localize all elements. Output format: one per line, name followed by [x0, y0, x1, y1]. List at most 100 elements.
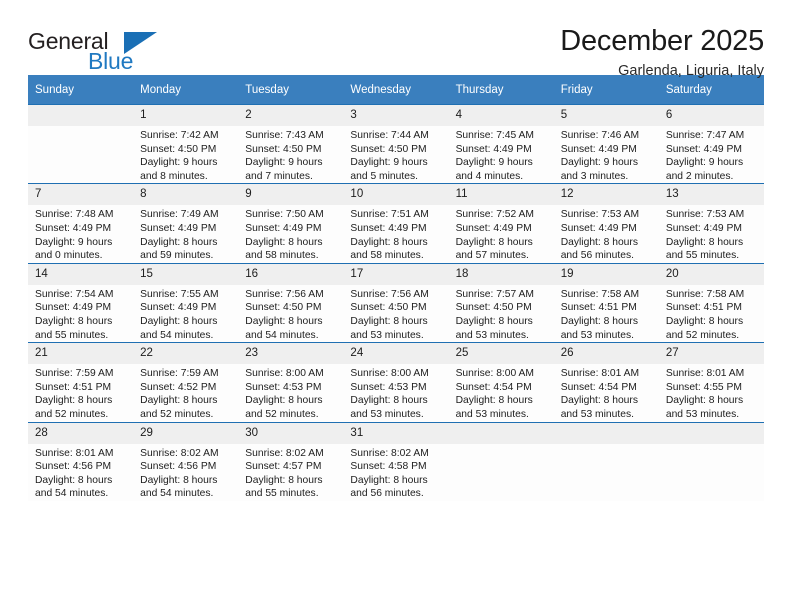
daylight-text-cont: and 52 minutes. [35, 408, 109, 420]
sunrise-text: Sunrise: 7:57 AM [455, 288, 534, 300]
sunset-text: Sunset: 4:57 PM [245, 461, 322, 473]
calendar-day-cell[interactable]: 21 Sunrise: 7:59 AM Sunset: 4:51 PM Dayligh… [28, 342, 134, 422]
daylight-text: Daylight: 8 hours [245, 474, 323, 486]
day-details: Sunrise: 7:42 AM Sunset: 4:50 PM Daylight:… [133, 126, 238, 183]
daylight-text-cont: and 57 minutes. [455, 250, 529, 262]
calendar-day-cell[interactable]: 24 Sunrise: 8:00 AM Sunset: 4:53 PM Dayligh… [343, 342, 449, 422]
day-number: 18 [448, 263, 554, 285]
calendar-day-cell[interactable]: 8 Sunrise: 7:49 AM Sunset: 4:49 PM Daylight… [133, 183, 239, 264]
day-number: 9 [238, 184, 344, 206]
calendar-day-cell[interactable]: 22 Sunrise: 7:59 AM Sunset: 4:52 PM Dayligh… [133, 342, 239, 422]
daylight-text-cont: and 7 minutes. [245, 170, 313, 182]
day-number: 22 [133, 343, 239, 365]
sunset-text: Sunset: 4:49 PM [35, 302, 112, 314]
calendar-day-cell[interactable]: 27 Sunrise: 8:01 AM Sunset: 4:55 PM Dayligh… [658, 342, 764, 422]
day-details: Sunrise: 8:02 AM Sunset: 4:57 PM Daylight:… [238, 444, 343, 501]
sunset-text: Sunset: 4:49 PM [560, 222, 637, 234]
day-details: Sunrise: 7:59 AM Sunset: 4:51 PM Daylight:… [28, 364, 133, 421]
daylight-text-cont: and 4 minutes. [455, 170, 524, 182]
calendar-day-cell[interactable]: 4 Sunrise: 7:45 AM Sunset: 4:49 PM Daylight… [448, 103, 554, 184]
calendar-week-row: 14 Sunrise: 7:54 AM Sunset: 4:49 PM Dayligh… [28, 262, 764, 343]
sunrise-text: Sunrise: 8:02 AM [140, 447, 219, 459]
daylight-text-cont: and 55 minutes. [35, 329, 109, 341]
sunset-text: Sunset: 4:56 PM [35, 461, 112, 473]
day-number: 13 [658, 184, 764, 206]
day-number: 26 [553, 343, 659, 365]
day-details: Sunrise: 8:00 AM Sunset: 4:54 PM Daylight:… [449, 364, 554, 421]
calendar-day-cell[interactable]: 6 Sunrise: 7:47 AM Sunset: 4:49 PM Daylight… [658, 103, 764, 184]
sunrise-text: Sunrise: 7:52 AM [455, 209, 534, 221]
sunrise-text: Sunrise: 7:58 AM [665, 288, 745, 300]
sunrise-text: Sunrise: 7:42 AM [140, 130, 219, 141]
day-number [658, 422, 764, 444]
weekday-header-tuesday: Tuesday [238, 75, 344, 105]
calendar-week-row: 28 Sunrise: 8:01 AM Sunset: 4:56 PM Dayligh… [28, 421, 764, 501]
sunrise-text: Sunrise: 7:50 AM [245, 209, 324, 221]
calendar-day-cell[interactable]: 7 Sunrise: 7:48 AM Sunset: 4:49 PM Daylight… [28, 183, 134, 264]
calendar-day-cell[interactable]: 16 Sunrise: 7:56 AM Sunset: 4:50 PM Dayligh… [238, 262, 344, 343]
sunrise-text: Sunrise: 8:02 AM [245, 447, 324, 459]
calendar-day-cell[interactable]: 30 Sunrise: 8:02 AM Sunset: 4:57 PM Dayligh… [238, 421, 344, 501]
calendar-day-cell[interactable]: 11 Sunrise: 7:52 AM Sunset: 4:49 PM Dayligh… [448, 183, 554, 264]
calendar-day-cell[interactable]: 20 Sunrise: 7:58 AM Sunset: 4:51 PM Dayligh… [658, 262, 764, 343]
daylight-text: Daylight: 8 hours [140, 395, 218, 407]
page-title: December 2025 [560, 25, 764, 57]
calendar-day-cell[interactable]: 9 Sunrise: 7:50 AM Sunset: 4:49 PM Daylight… [238, 183, 344, 264]
calendar-day-cell[interactable]: 29 Sunrise: 8:02 AM Sunset: 4:56 PM Dayligh… [133, 421, 239, 501]
daylight-text: Daylight: 9 hours [140, 157, 218, 169]
sunset-text: Sunset: 4:51 PM [35, 381, 112, 393]
day-number: 2 [238, 105, 344, 126]
calendar-day-cell[interactable]: 15 Sunrise: 7:55 AM Sunset: 4:49 PM Dayligh… [133, 262, 239, 343]
general-blue-logo[interactable]: General Blue [28, 24, 158, 76]
calendar-day-cell[interactable]: 3 Sunrise: 7:44 AM Sunset: 4:50 PM Daylight… [343, 103, 449, 184]
calendar-day-cell[interactable]: 31 Sunrise: 8:02 AM Sunset: 4:58 PM Dayligh… [343, 421, 449, 501]
page-header: General Blue December 2025 Garlenda, Lig… [28, 0, 764, 80]
calendar-day-cell[interactable]: 17 Sunrise: 7:56 AM Sunset: 4:50 PM Dayligh… [343, 262, 449, 343]
calendar-day-cell[interactable]: 14 Sunrise: 7:54 AM Sunset: 4:49 PM Dayligh… [28, 262, 134, 343]
calendar-day-cell[interactable]: 12 Sunrise: 7:53 AM Sunset: 4:49 PM Dayligh… [553, 183, 659, 264]
location-subtitle: Garlenda, Liguria, Italy [618, 63, 764, 80]
day-number [28, 105, 134, 126]
day-number: 27 [658, 343, 764, 365]
day-details: Sunrise: 7:50 AM Sunset: 4:49 PM Daylight:… [238, 205, 343, 262]
sunrise-text: Sunrise: 7:46 AM [560, 130, 640, 141]
calendar-day-cell[interactable]: 28 Sunrise: 8:01 AM Sunset: 4:56 PM Dayligh… [28, 421, 134, 501]
calendar-day-cell[interactable]: 19 Sunrise: 7:58 AM Sunset: 4:51 PM Dayligh… [553, 262, 659, 343]
day-number: 4 [448, 105, 554, 126]
sunrise-text: Sunrise: 7:47 AM [665, 130, 745, 141]
sunset-text: Sunset: 4:50 PM [350, 302, 427, 314]
sunset-text: Sunset: 4:53 PM [350, 381, 427, 393]
daylight-text-cont: and 52 minutes. [665, 329, 740, 341]
day-details: Sunrise: 7:56 AM Sunset: 4:50 PM Daylight:… [238, 285, 343, 342]
sunset-text: Sunset: 4:49 PM [665, 143, 742, 155]
calendar-day-cell[interactable]: 10 Sunrise: 7:51 AM Sunset: 4:49 PM Dayligh… [343, 183, 449, 264]
day-details: Sunrise: 7:55 AM Sunset: 4:49 PM Daylight:… [133, 285, 238, 342]
calendar-day-cell[interactable]: 18 Sunrise: 7:57 AM Sunset: 4:50 PM Dayligh… [448, 262, 554, 343]
daylight-text: Daylight: 8 hours [245, 236, 323, 248]
calendar-day-cell[interactable]: 1 Sunrise: 7:42 AM Sunset: 4:50 PM Daylight… [133, 103, 239, 184]
day-number: 15 [133, 263, 239, 285]
calendar-day-cell[interactable]: 13 Sunrise: 7:53 AM Sunset: 4:49 PM Dayligh… [658, 183, 764, 264]
day-details: Sunrise: 8:01 AM Sunset: 4:55 PM Daylight:… [659, 364, 764, 421]
day-number: 19 [553, 263, 659, 285]
sunset-text: Sunset: 4:58 PM [350, 461, 427, 473]
calendar-day-cell[interactable]: 2 Sunrise: 7:43 AM Sunset: 4:50 PM Daylight… [238, 103, 344, 184]
sunrise-text: Sunrise: 7:59 AM [140, 368, 219, 380]
day-details: Sunrise: 7:48 AM Sunset: 4:49 PM Daylight:… [28, 205, 133, 262]
calendar-day-cell[interactable]: 5 Sunrise: 7:46 AM Sunset: 4:49 PM Daylight… [553, 103, 659, 184]
calendar-day-cell[interactable]: 25 Sunrise: 8:00 AM Sunset: 4:54 PM Dayligh… [448, 342, 554, 422]
day-details: Sunrise: 7:53 AM Sunset: 4:49 PM Daylight:… [554, 205, 659, 262]
sunrise-text: Sunrise: 8:01 AM [560, 368, 640, 380]
day-number: 17 [343, 263, 449, 285]
day-details: Sunrise: 8:02 AM Sunset: 4:56 PM Daylight:… [133, 444, 238, 501]
daylight-text: Daylight: 8 hours [560, 395, 638, 407]
calendar-day-cell[interactable]: 23 Sunrise: 8:00 AM Sunset: 4:53 PM Dayligh… [238, 342, 344, 422]
calendar-day-cell[interactable]: 26 Sunrise: 8:01 AM Sunset: 4:54 PM Dayligh… [553, 342, 659, 422]
daylight-text: Daylight: 8 hours [560, 236, 638, 248]
daylight-text: Daylight: 9 hours [350, 157, 428, 169]
daylight-text: Daylight: 8 hours [140, 236, 218, 248]
calendar-page: General Blue December 2025 Garlenda, Lig… [0, 0, 792, 612]
sunrise-text: Sunrise: 7:48 AM [35, 209, 114, 221]
day-number [553, 422, 659, 444]
calendar-empty-cell [28, 103, 134, 184]
